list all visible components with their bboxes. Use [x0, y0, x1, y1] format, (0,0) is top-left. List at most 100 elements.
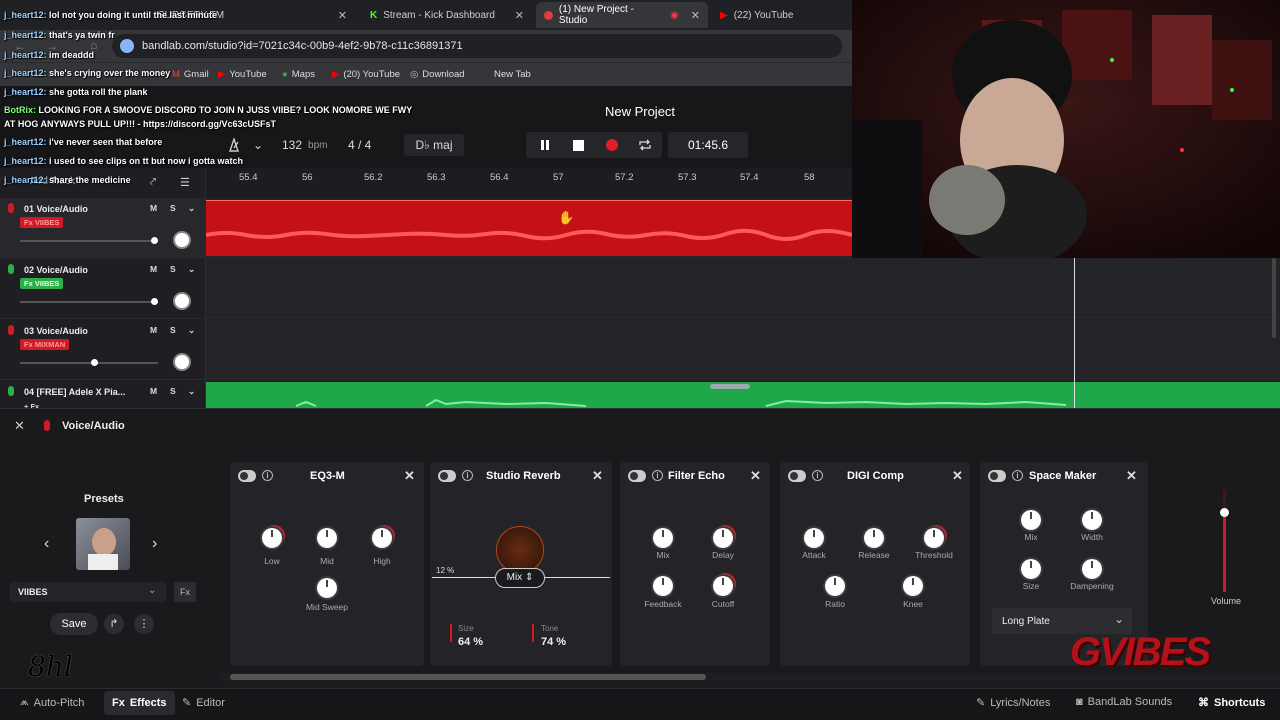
bookmark-maps[interactable]: ● Maps	[282, 69, 315, 80]
close-icon[interactable]: ✕	[592, 468, 603, 484]
effect-toggle[interactable]	[438, 470, 456, 482]
info-icon[interactable]: i	[652, 470, 663, 481]
track-lane-2[interactable]	[206, 258, 1280, 318]
echo-cutoff-knob[interactable]	[713, 576, 733, 596]
eq-mid-knob[interactable]	[317, 528, 337, 548]
site-info-icon[interactable]	[120, 39, 134, 53]
key-selector[interactable]: D♭ maj	[404, 134, 464, 156]
space-dampening-knob[interactable]	[1082, 559, 1102, 579]
vertical-scrollbar[interactable]	[1272, 258, 1276, 338]
next-preset-chevron-icon[interactable]: ›	[152, 535, 157, 553]
pan-knob[interactable]	[173, 231, 191, 249]
track-row-1[interactable]: 01 Voice/Audio Fx VIIBES M S ⌄	[0, 198, 206, 258]
echo-delay-knob[interactable]	[713, 528, 733, 548]
editor-tab[interactable]: ✎ Editor	[182, 696, 225, 710]
panel-scrollbar[interactable]	[220, 673, 1280, 681]
close-tab-icon[interactable]: ✕	[691, 9, 700, 22]
solo-button[interactable]: S	[170, 264, 176, 274]
bookmark-gmail[interactable]: M Gmail	[172, 69, 209, 80]
pause-button[interactable]	[533, 133, 557, 157]
more-options-icon[interactable]: ⋮	[134, 614, 154, 634]
close-icon[interactable]: ✕	[952, 468, 963, 484]
autopitch-tab[interactable]: ⩕ Auto-Pitch	[20, 696, 84, 709]
volume-handle[interactable]	[90, 359, 98, 366]
tab-new-project-studio[interactable]: (1) New Project - Studio ◉ ✕	[536, 2, 708, 28]
share-icon[interactable]: ↱	[104, 614, 124, 634]
reverb-mix-orb[interactable]	[496, 526, 544, 574]
comp-release-knob[interactable]	[864, 528, 884, 548]
track-menu-chevron-icon[interactable]: ⌄	[188, 203, 195, 214]
playhead[interactable]	[1074, 256, 1075, 408]
track-menu-chevron-icon[interactable]: ⌄	[188, 386, 195, 397]
eq-mid-sweep-knob[interactable]	[317, 578, 337, 598]
track-row-2[interactable]: 02 Voice/Audio Fx VIIBES M S ⌄	[0, 259, 206, 319]
loop-button[interactable]	[633, 133, 657, 157]
lyrics-notes-button[interactable]: ✎ Lyrics/Notes	[976, 696, 1050, 710]
preset-thumbnail[interactable]	[76, 518, 130, 570]
metronome-icon[interactable]	[227, 138, 241, 152]
comp-knee-knob[interactable]	[903, 576, 923, 596]
track-volume-slider[interactable]	[20, 298, 159, 305]
eq-high-knob[interactable]	[372, 528, 392, 548]
track-volume-slider[interactable]	[20, 237, 159, 244]
solo-button[interactable]: S	[170, 203, 176, 213]
tone-value[interactable]: 74 %	[541, 636, 566, 648]
space-width-knob[interactable]	[1082, 510, 1102, 530]
remove-fx-icon[interactable]: Fx	[174, 582, 196, 602]
space-size-knob[interactable]	[1021, 559, 1041, 579]
track-fx-badge[interactable]: Fx MIXMAN	[20, 339, 70, 350]
mute-button[interactable]: M	[150, 203, 157, 213]
info-icon[interactable]: i	[262, 470, 273, 481]
track-menu-chevron-icon[interactable]: ⌄	[188, 264, 195, 275]
record-button[interactable]	[600, 133, 624, 157]
timeline-ruler[interactable]: 55.4 56 56.2 56.3 56.4 57 57.2 57.3 57.4…	[206, 168, 852, 198]
mute-button[interactable]: M	[150, 325, 157, 335]
effect-toggle[interactable]	[788, 470, 806, 482]
effect-toggle[interactable]	[238, 470, 256, 482]
track-name[interactable]: 03 Voice/Audio	[24, 326, 88, 336]
space-mix-knob[interactable]	[1021, 510, 1041, 530]
size-value[interactable]: 64 %	[458, 636, 483, 648]
comp-ratio-knob[interactable]	[825, 576, 845, 596]
close-tab-icon[interactable]: ✕	[515, 9, 524, 22]
eq-low-knob[interactable]	[262, 528, 282, 548]
close-tab-icon[interactable]: ✕	[338, 9, 347, 22]
forward-icon[interactable]: →	[46, 39, 58, 53]
bandlab-sounds-button[interactable]: ◙ BandLab Sounds	[1076, 696, 1172, 708]
echo-mix-knob[interactable]	[653, 528, 673, 548]
bookmark-download[interactable]: ◎ Download	[410, 69, 465, 80]
tab-youtube[interactable]: ▶ (22) YouTube	[712, 2, 842, 28]
track-row-3[interactable]: 03 Voice/Audio Fx MIXMAN M S ⌄	[0, 320, 206, 380]
track-name[interactable]: 04 [FREE] Adele X Pia...	[24, 387, 125, 397]
prev-preset-chevron-icon[interactable]: ‹	[44, 535, 49, 553]
bookmark-youtube-20[interactable]: ▶ (20) YouTube	[332, 69, 400, 80]
info-icon[interactable]: i	[462, 470, 473, 481]
panel-scroll-thumb[interactable]	[230, 674, 706, 680]
automation-icon[interactable]: ⤤	[150, 176, 156, 189]
effect-toggle[interactable]	[988, 470, 1006, 482]
track-name[interactable]: 01 Voice/Audio	[24, 204, 88, 214]
volume-handle[interactable]	[151, 298, 159, 305]
mute-button[interactable]: M	[150, 386, 157, 396]
close-icon[interactable]: ✕	[404, 468, 415, 484]
shortcuts-button[interactable]: ⌘ Shortcuts	[1198, 696, 1265, 710]
comp-threshold-knob[interactable]	[924, 528, 944, 548]
add-track-button[interactable]: Add Track	[30, 176, 75, 187]
stop-button[interactable]	[566, 133, 590, 157]
close-icon[interactable]: ✕	[1126, 468, 1137, 484]
save-preset-button[interactable]: Save	[50, 613, 98, 635]
mixer-icon[interactable]: ☰	[180, 176, 190, 189]
preset-select[interactable]: VIIBES ⌄	[10, 582, 166, 602]
track-volume-slider[interactable]	[20, 359, 158, 366]
info-icon[interactable]: i	[1012, 470, 1023, 481]
effects-tab[interactable]: Fx Effects	[104, 691, 175, 715]
mute-button[interactable]: M	[150, 264, 157, 274]
tab-surgery[interactable]: SURGERY TM ✕	[150, 2, 355, 28]
audio-clip[interactable]	[206, 200, 852, 256]
pan-knob[interactable]	[173, 292, 191, 310]
bookmark-new-tab[interactable]: New Tab	[494, 69, 531, 80]
close-icon[interactable]: ✕	[750, 468, 761, 484]
info-icon[interactable]: i	[812, 470, 823, 481]
bookmark-youtube[interactable]: ▶ YouTube	[218, 69, 267, 80]
comp-attack-knob[interactable]	[804, 528, 824, 548]
